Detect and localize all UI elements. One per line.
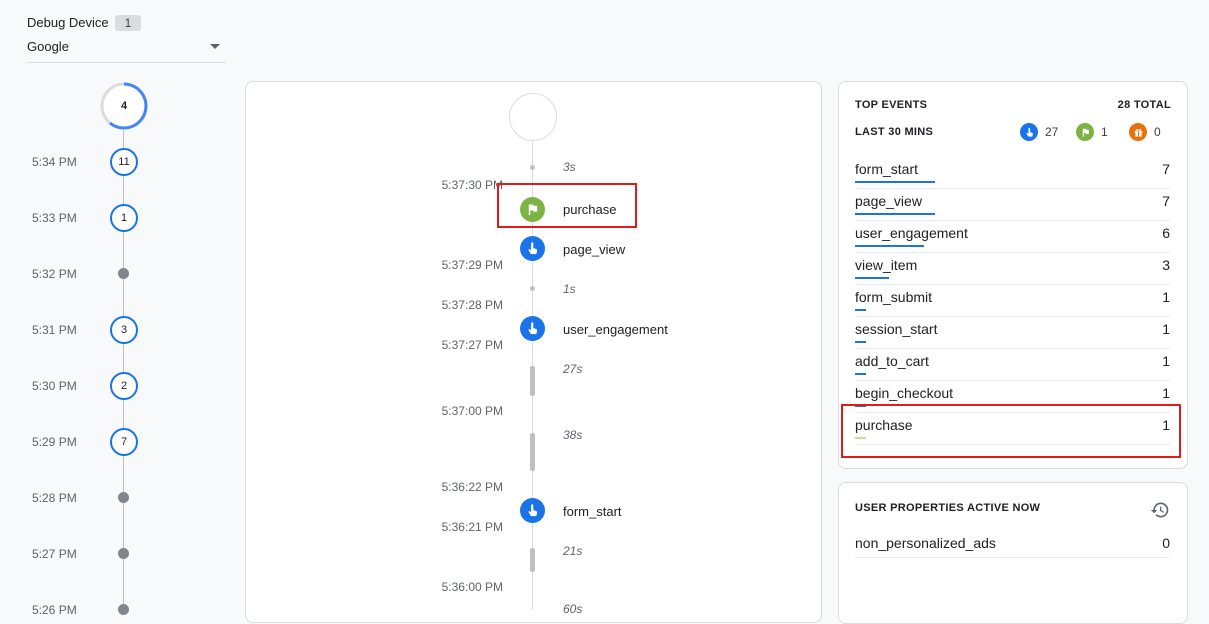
minute-empty-dot[interactable] [118,492,129,503]
minute-time: 5:31 PM [32,323,77,337]
event-form-start[interactable]: form_start [563,504,622,519]
top-events-title: TOP EVENTS [855,99,928,111]
touch-icon [520,498,545,523]
top-event-bar [855,245,924,247]
gap-marker [530,548,535,572]
touch-icon [520,316,545,341]
minute-count-circle[interactable]: 1 [110,204,138,232]
current-minute-ring[interactable]: 4 [100,82,148,130]
top-event-name: form_start [855,161,919,177]
second-timestamp: 5:36:22 PM [441,480,503,494]
top-event-bar [855,277,889,279]
gift-icon [1129,123,1147,141]
gap-duration: 27s [563,362,583,376]
top-event-row[interactable]: view_item 3 [855,252,1170,285]
minute-time: 5:28 PM [32,491,77,505]
minute-time: 5:29 PM [32,435,77,449]
second-timestamp: 5:37:30 PM [441,178,503,192]
gap-marker [530,165,535,170]
chevron-down-icon [210,44,220,49]
minute-time: 5:26 PM [32,603,77,617]
top-event-count: 6 [1162,225,1170,241]
top-events-total: 28 TOTAL [1117,99,1171,111]
event-user-engagement[interactable]: user_engagement [563,322,668,337]
top-event-bar [855,213,935,215]
flag-icon [1076,123,1094,141]
second-timestamp: 5:37:29 PM [441,258,503,272]
current-minute-count: 4 [120,100,128,112]
device-select-value: Google [27,39,69,54]
last-30-mins-label: LAST 30 MINS [855,126,934,138]
top-event-count: 3 [1162,257,1170,273]
top-event-name: view_item [855,257,918,273]
top-event-row[interactable]: add_to_cart 1 [855,348,1170,381]
top-event-count: 1 [1162,353,1170,369]
touch-icon [520,236,545,261]
second-timestamp: 5:36:00 PM [441,580,503,594]
gap-duration: 60s [563,602,583,616]
minute-time: 5:34 PM [32,155,77,169]
top-event-count: 7 [1162,161,1170,177]
second-timestamp: 5:37:27 PM [441,338,503,352]
summary-other-count: 0 [1154,125,1161,139]
minute-time: 5:27 PM [32,547,77,561]
top-event-count: 1 [1162,289,1170,305]
event-page-view[interactable]: page_view [563,242,625,257]
top-event-bar [855,341,866,343]
top-event-row[interactable]: form_submit 1 [855,284,1170,317]
minute-time: 5:33 PM [32,211,77,225]
minute-count-circle[interactable]: 3 [110,316,138,344]
minute-count-circle[interactable]: 2 [110,372,138,400]
highlight-box-purchase-event [497,183,637,228]
gap-duration: 38s [563,428,583,442]
device-count-badge: 1 [115,15,141,31]
minute-time: 5:30 PM [32,379,77,393]
top-event-bar [855,309,866,311]
user-property-name: non_personalized_ads [855,535,996,551]
top-event-row[interactable]: form_start 7 [855,156,1170,189]
gap-duration: 1s [563,282,576,296]
top-event-name: add_to_cart [855,353,929,369]
gap-duration: 3s [563,160,576,174]
debug-device-label: Debug Device [27,15,109,30]
seconds-stream-top-circle [509,93,557,141]
top-event-row[interactable]: user_engagement 6 [855,220,1170,253]
touch-icon [1020,123,1038,141]
minute-empty-dot[interactable] [118,548,129,559]
top-event-name: begin_checkout [855,385,954,401]
top-event-name: form_submit [855,289,933,305]
user-properties-card: USER PROPERTIES ACTIVE NOW non_personali… [838,482,1188,624]
user-property-value: 0 [1162,535,1170,551]
top-event-row[interactable]: page_view 7 [855,188,1170,221]
gap-marker [530,286,535,291]
second-timestamp: 5:36:21 PM [441,520,503,534]
top-event-row[interactable]: session_start 1 [855,316,1170,349]
minute-count-circle[interactable]: 7 [110,428,138,456]
gap-marker [530,366,535,396]
top-event-count: 1 [1162,321,1170,337]
top-event-name: page_view [855,193,922,209]
second-timestamp: 5:37:28 PM [441,298,503,312]
top-event-count: 1 [1162,385,1170,401]
history-icon[interactable] [1150,500,1170,520]
user-property-row: non_personalized_ads 0 [855,529,1170,558]
highlight-box-purchase-row [841,404,1181,458]
device-select[interactable]: Google [27,36,226,63]
top-event-count: 7 [1162,193,1170,209]
minutes-timeline-line [123,130,124,610]
second-timestamp: 5:37:00 PM [441,404,503,418]
minute-empty-dot[interactable] [118,268,129,279]
summary-events-count: 27 [1045,125,1059,139]
gap-marker [530,433,535,471]
top-event-bar [855,181,935,183]
top-event-name: user_engagement [855,225,968,241]
user-properties-title: USER PROPERTIES ACTIVE NOW [855,502,1041,514]
seconds-stream-panel [245,81,822,623]
gap-duration: 21s [563,544,583,558]
top-event-name: session_start [855,321,938,337]
minute-count-circle[interactable]: 11 [110,148,138,176]
minute-time: 5:32 PM [32,267,77,281]
summary-conversions-count: 1 [1101,125,1108,139]
top-event-bar [855,373,866,375]
